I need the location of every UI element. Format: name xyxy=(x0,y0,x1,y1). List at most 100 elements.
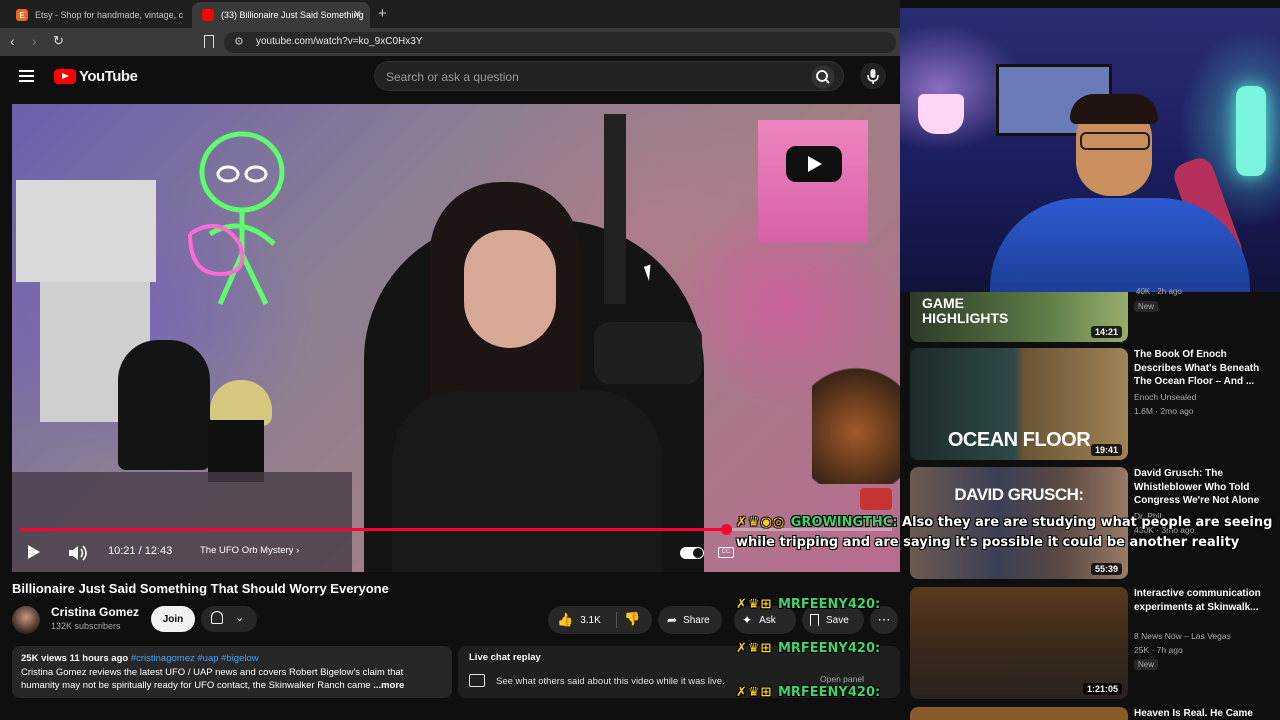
video-title: Billionaire Just Said Something That Sho… xyxy=(12,581,389,596)
chevron-down-icon: ⌄ xyxy=(235,612,245,624)
plant xyxy=(812,354,900,484)
chat-username: MRFEENY420: xyxy=(777,685,881,700)
site-info-icon[interactable]: ⚙ xyxy=(234,35,244,48)
back-icon[interactable]: ‹ xyxy=(10,33,15,49)
neon-alien-sign xyxy=(188,131,285,306)
new-tab-icon[interactable]: + xyxy=(378,5,387,22)
bookmark-icon xyxy=(810,614,819,626)
mic-arm xyxy=(604,114,626,304)
video-duration: 19:41 xyxy=(1090,444,1122,456)
streamer-webcam xyxy=(900,8,1280,292)
divider xyxy=(616,612,617,628)
related-channel[interactable]: 8 News Now – Las Vegas xyxy=(1134,631,1231,641)
related-thumbnail[interactable]: GAME HIGHLIGHTS 14:21 xyxy=(910,292,1128,342)
save-label: Save xyxy=(826,614,849,626)
share-icon: ➦ xyxy=(667,613,678,627)
related-video[interactable]: 1:21:05 Interactive communication experi… xyxy=(910,587,1280,699)
related-meta: 25K · 7h ago xyxy=(1134,645,1183,655)
related-thumbnail[interactable]: 1:21:05 xyxy=(910,587,1128,699)
video-player[interactable]: 10:21 / 12:43 The UFO Orb Mystery › CC xyxy=(12,104,900,572)
notifications-button[interactable]: ⌄ xyxy=(201,606,257,632)
search-placeholder: Search or ask a question xyxy=(386,70,519,84)
more-dots-icon: ⋯ xyxy=(877,612,891,627)
tab-label: Etsy - Shop for handmade, vintage, c xyxy=(35,10,184,20)
thumbnail-text: GAME HIGHLIGHTS xyxy=(922,295,1009,326)
volume-icon[interactable] xyxy=(66,543,88,563)
etsy-favicon-icon: E xyxy=(16,9,28,21)
related-thumbnail[interactable] xyxy=(910,707,1128,720)
chat-username: MRFEENY420: xyxy=(777,597,881,612)
search-icon[interactable] xyxy=(811,65,835,89)
glasses xyxy=(1080,132,1150,150)
hashtags[interactable]: #cristinagomez #uap #bigelow xyxy=(131,653,259,664)
related-title[interactable]: Interactive communication experiments at… xyxy=(1134,587,1276,614)
join-button[interactable]: Join xyxy=(151,606,195,632)
stream-chat-message: ✗♛⊞ MRFEENY420: xyxy=(736,685,880,700)
related-channel[interactable]: Enoch Unsealed xyxy=(1134,392,1196,402)
chat-username: GROWINGTHC: xyxy=(790,515,898,530)
logo-text: YouTube xyxy=(79,68,138,85)
chat-badges-icon: ✗♛◉◎ xyxy=(736,515,791,530)
share-button[interactable]: ➦ Share xyxy=(658,606,722,634)
time-display: 10:21 / 12:43 xyxy=(108,545,173,557)
related-thumbnail[interactable]: OCEAN FLOOR 19:41 xyxy=(910,348,1128,460)
sparkle-icon: ✦ xyxy=(742,613,753,627)
url-field[interactable]: ⚙ youtube.com/watch?v=ko_9xC0Hx3Y xyxy=(224,32,896,53)
ask-label: Ask xyxy=(759,614,776,626)
upload-age: 11 hours ago xyxy=(69,653,129,664)
lamp xyxy=(918,94,964,134)
like-icon[interactable]: 👍 xyxy=(557,612,573,628)
live-chat-description: See what others said about this video wh… xyxy=(496,676,725,687)
open-panel-button[interactable]: Open panel xyxy=(820,674,864,684)
ufo-cap xyxy=(118,340,210,470)
video-duration: 14:21 xyxy=(1090,326,1122,338)
related-video[interactable]: OCEAN FLOOR 19:41 The Book Of Enoch Desc… xyxy=(910,348,1280,460)
youtube-header: YouTube Search or ask a question xyxy=(0,56,900,100)
scrubber-handle[interactable] xyxy=(721,524,733,535)
show-more-link[interactable]: ...more xyxy=(373,680,404,691)
tab-etsy[interactable]: E Etsy - Shop for handmade, vintage, c xyxy=(6,2,188,28)
youtube-favicon-icon xyxy=(202,9,214,21)
host-face xyxy=(464,230,556,348)
wall-poster xyxy=(16,180,156,282)
forward-icon[interactable]: › xyxy=(32,33,37,49)
bookmark-icon[interactable] xyxy=(204,35,214,48)
tab-label: (33) Billionaire Just Said Something xyxy=(221,10,364,20)
close-tab-icon[interactable]: ✕ xyxy=(353,8,362,21)
microphone xyxy=(594,322,702,384)
description-box[interactable]: 25K views 11 hours ago #cristinagomez #u… xyxy=(12,646,452,698)
youtube-play-icon xyxy=(54,69,76,84)
description-line: humanity may not be spiritually ready fo… xyxy=(21,680,371,691)
related-meta: 40K · 2h ago xyxy=(1136,287,1182,296)
subscribe-sign xyxy=(860,488,892,510)
play-icon[interactable] xyxy=(28,545,40,559)
like-dislike-group: 👍 3.1K 👎 xyxy=(548,606,652,634)
related-title[interactable]: David Grusch: The Whistleblower Who Told… xyxy=(1134,467,1276,508)
microphone-icon[interactable] xyxy=(860,63,886,89)
related-meta: 1.6M · 2mo ago xyxy=(1134,406,1194,416)
channel-avatar[interactable] xyxy=(12,606,40,634)
thumbnail-text: DAVID GRUSCH: xyxy=(954,485,1084,504)
new-badge: New xyxy=(1134,659,1159,670)
stream-chat-message: ✗♛⊞ MRFEENY420: xyxy=(736,641,880,656)
menu-icon[interactable] xyxy=(19,70,34,85)
tab-youtube[interactable]: (33) Billionaire Just Said Something ✕ xyxy=(192,2,370,28)
chat-username: MRFEENY420: xyxy=(777,641,881,656)
search-box[interactable]: Search or ask a question xyxy=(374,61,844,91)
youtube-logo[interactable]: YouTube xyxy=(54,68,138,85)
dislike-icon[interactable]: 👎 xyxy=(624,611,640,627)
like-count[interactable]: 3.1K xyxy=(580,615,601,626)
chapter-title[interactable]: The UFO Orb Mystery › xyxy=(200,545,299,556)
captions-icon[interactable]: CC xyxy=(718,547,734,558)
description-line: Cristina Gomez reviews the latest UFO / … xyxy=(21,666,404,678)
autoplay-toggle[interactable] xyxy=(680,547,704,559)
related-title[interactable]: Heaven Is Real. He Came xyxy=(1134,708,1253,719)
video-duration: 1:21:05 xyxy=(1082,683,1122,695)
chat-icon xyxy=(469,674,485,687)
neon-light xyxy=(1236,86,1266,176)
stream-chat-message: ✗♛◉◎ GROWINGTHC: Also they are are study… xyxy=(736,513,1276,553)
bell-icon xyxy=(211,611,223,624)
channel-name[interactable]: Cristina Gomez xyxy=(51,605,139,619)
reload-icon[interactable]: ↻ xyxy=(53,33,64,49)
related-title[interactable]: The Book Of Enoch Describes What's Benea… xyxy=(1134,348,1276,389)
